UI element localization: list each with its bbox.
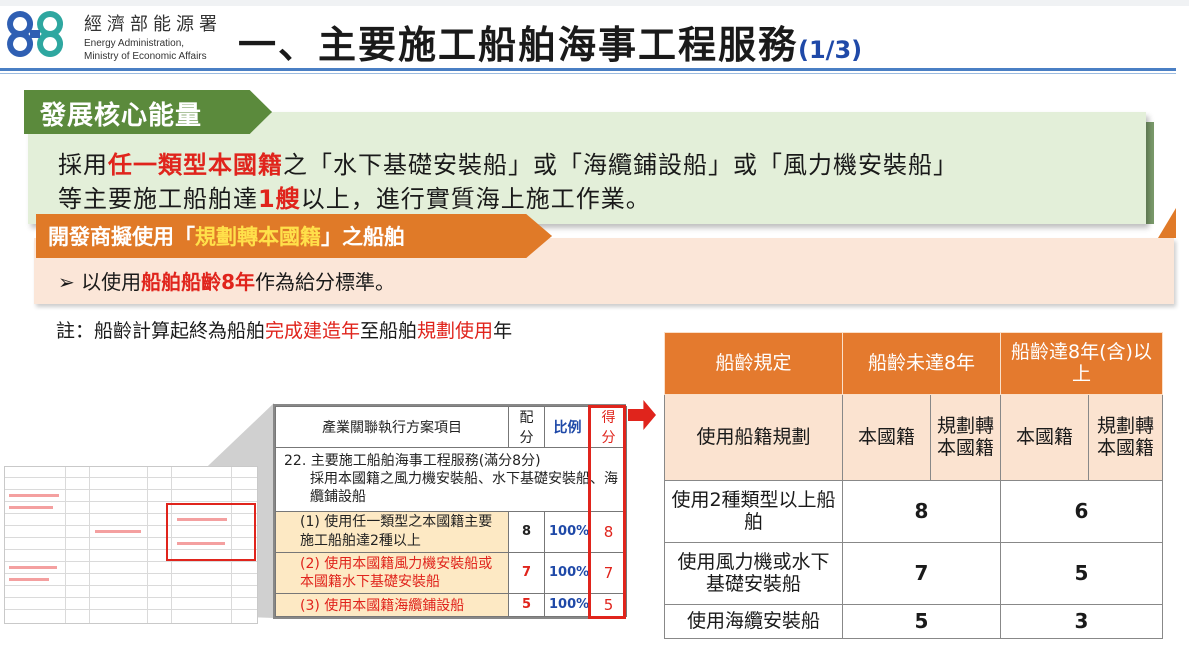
slide-page-indicator: (1/3)	[798, 36, 863, 64]
note-c: 至船舶	[360, 320, 418, 342]
vessel-row-under8: 5	[842, 604, 1001, 639]
vessel-row-under8: 7	[842, 542, 1001, 605]
vessel-age-header-over8: 船齡達8年(含)以上	[999, 332, 1164, 395]
scoring-header-ratio: 比例	[544, 406, 591, 448]
note-e: 年	[493, 320, 513, 342]
scoring-row-points: 8	[508, 510, 545, 553]
vessel-age-header-label: 船齡規定	[664, 332, 843, 395]
scoring-header-points: 配分	[508, 406, 545, 448]
vessel-age-note: 註：船齡計算起終為船舶完成建造年至船舶規劃使用年	[56, 316, 512, 343]
developer-tab-a: 開發商擬使用「	[48, 225, 195, 249]
core-line-2-a: 等主要施工船舶達	[58, 185, 258, 213]
subheader-planned-under8: 規劃轉本國籍	[930, 394, 1001, 481]
scoring-row-points: 5	[508, 592, 545, 618]
arrow-right-icon	[628, 400, 656, 430]
bullet-arrow-icon: ➢	[58, 270, 75, 294]
core-line-2: 等主要施工船舶達1艘以上，進行實質海上施工作業。	[58, 179, 651, 214]
core-line-1-highlight: 任一類型本國籍	[108, 151, 283, 179]
table-row: 使用2種類型以上船舶 8 6	[664, 480, 1164, 543]
vessel-row-over8: 6	[999, 480, 1164, 543]
title-rule	[0, 68, 1176, 71]
table-row: (1) 使用任一類型之本國籍主要施工船舶達2種以上 8 100% 8	[275, 510, 627, 553]
ea-logo-icon	[7, 11, 64, 57]
core-line-1-c: 之「水下基礎安裝船」或「海纜鋪設船」或「風力機安裝船」	[283, 151, 958, 179]
scoring-row-points: 7	[508, 551, 545, 594]
org-name-en-1: Energy Administration,	[84, 38, 185, 49]
scoring-table-header: 產業關聯執行方案項目 配分 比例 得分	[275, 406, 627, 448]
score-column-highlight	[588, 405, 626, 619]
core-line-1-a: 採用	[58, 151, 108, 179]
slide-title: 一、主要施工船舶海事工程服務(1/3)	[238, 14, 862, 69]
vessel-row-under8: 8	[842, 480, 1001, 543]
scoring-header-item: 產業關聯執行方案項目	[275, 406, 509, 448]
vessel-age-header-under8: 船齡未達8年	[842, 332, 1001, 395]
core-tab-label: 發展核心能量	[40, 101, 203, 131]
table-row: 使用風力機或水下基礎安裝船 7 5	[664, 542, 1164, 605]
vessel-age-subheader: 使用船籍規劃 本國籍 規劃轉本國籍 本國籍 規劃轉本國籍	[664, 394, 1164, 481]
subheader-planned-over8: 規劃轉本國籍	[1087, 394, 1164, 481]
top-strip	[0, 0, 1189, 6]
slide-title-main: 一、主要施工船舶海事工程服務	[238, 23, 799, 67]
developer-line-highlight: 船舶船齡8年	[141, 270, 256, 294]
scoring-row-ratio: 100%	[544, 551, 591, 594]
table-row: (3) 使用本國籍海纜鋪設船 5 100% 5	[275, 592, 627, 618]
org-name-zh: 經濟部能源署	[84, 14, 222, 35]
scoring-item-desc: 採用本國籍之風力機安裝船、水下基礎安裝船、海纜鋪設船	[310, 471, 618, 506]
vessel-age-table: 船齡規定 船齡未達8年 船齡達8年(含)以上 使用船籍規劃 本國籍 規劃轉本國籍…	[664, 332, 1164, 639]
scoring-item-title: 22. 主要施工船舶海事工程服務(滿分8分)	[284, 453, 541, 469]
core-line-1: 採用任一類型本國籍之「水下基礎安裝船」或「海纜鋪設船」或「風力機安裝船」	[58, 145, 958, 180]
scoring-row-label: (2) 使用本國籍風力機安裝船或本國籍水下基礎安裝船	[275, 551, 509, 594]
vessel-age-header: 船齡規定 船齡未達8年 船齡達8年(含)以上	[664, 332, 1164, 395]
subheader-native-under8: 本國籍	[842, 394, 931, 481]
scoring-row-ratio: 100%	[544, 510, 591, 553]
scoring-item-row: 22. 主要施工船舶海事工程服務(滿分8分) 採用本國籍之風力機安裝船、水下基礎…	[275, 447, 627, 512]
subheader-registry-plan: 使用船籍規劃	[664, 394, 843, 481]
note-highlight-2: 規劃使用	[417, 320, 494, 342]
vessel-row-label: 使用風力機或水下基礎安裝船	[664, 542, 843, 605]
developer-tab-highlight: 規劃轉本國籍	[195, 225, 321, 249]
vessel-row-over8: 3	[999, 604, 1164, 639]
subheader-native-over8: 本國籍	[1000, 394, 1089, 481]
core-line-2-c: 以上，進行實質海上施工作業。	[300, 185, 651, 213]
developer-tab-label: 開發商擬使用「規劃轉本國籍」之船舶	[48, 221, 405, 251]
vessel-row-label: 使用海纜安裝船	[664, 604, 843, 639]
core-line-2-highlight: 1艘	[258, 185, 301, 213]
vessel-row-label: 使用2種類型以上船舶	[664, 480, 843, 543]
developer-box-corner	[1158, 208, 1176, 238]
developer-tab-c: 」之船舶	[321, 225, 405, 249]
note-highlight-1: 完成建造年	[265, 320, 361, 342]
note-a: 註：船齡計算起終為船舶	[56, 320, 266, 342]
table-row: (2) 使用本國籍風力機安裝船或本國籍水下基礎安裝船 7 100% 7	[275, 551, 627, 594]
title-rule-thin	[0, 73, 1176, 74]
thumbnail-highlight-box	[166, 503, 256, 561]
developer-bullet-line: ➢ 以使用船舶船齡8年作為給分標準。	[58, 266, 395, 295]
developer-line-c: 作為給分標準。	[255, 270, 396, 294]
scoring-row-ratio: 100%	[544, 592, 591, 618]
vessel-row-over8: 5	[999, 542, 1164, 605]
org-name-en-2: Ministry of Economic Affairs	[84, 51, 207, 62]
table-row: 使用海纜安裝船 5 3	[664, 604, 1164, 639]
scoring-table: 產業關聯執行方案項目 配分 比例 得分 22. 主要施工船舶海事工程服務(滿分8…	[273, 404, 627, 619]
scoring-row-label: (3) 使用本國籍海纜鋪設船	[275, 592, 509, 618]
scoring-row-label: (1) 使用任一類型之本國籍主要施工船舶達2種以上	[275, 510, 509, 553]
developer-line-a: 以使用	[81, 270, 142, 294]
core-box-shadow	[1146, 122, 1154, 224]
